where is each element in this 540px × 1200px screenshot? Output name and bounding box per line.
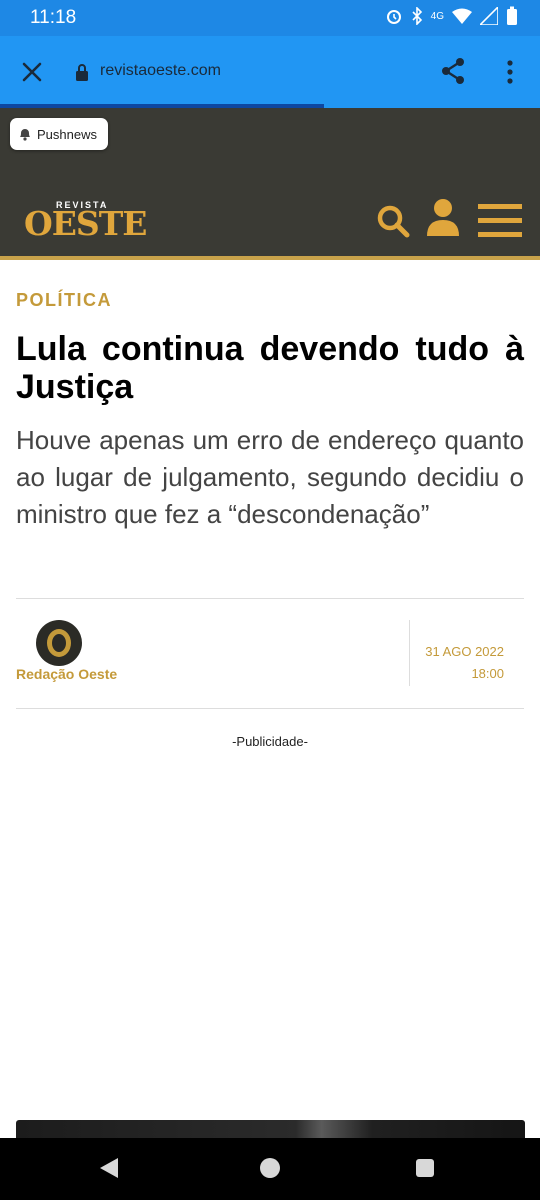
address-url[interactable]: revistaoeste.com xyxy=(100,62,221,80)
author-avatar[interactable] xyxy=(36,620,82,666)
alarm-icon xyxy=(386,10,401,24)
lock-icon xyxy=(76,64,88,81)
status-bar: 11:18 4G xyxy=(0,0,540,36)
article-image xyxy=(16,1120,525,1138)
user-icon[interactable] xyxy=(426,198,460,236)
vertical-divider xyxy=(409,620,410,686)
recents-icon[interactable] xyxy=(416,1159,434,1177)
signal-icon xyxy=(480,7,498,25)
site-logo[interactable]: OESTE xyxy=(24,204,147,243)
system-nav-bar xyxy=(0,1138,540,1200)
site-header: Pushnews REVISTA OESTE xyxy=(0,108,540,260)
browser-toolbar: revistaoeste.com xyxy=(0,36,540,106)
back-icon[interactable] xyxy=(100,1158,118,1178)
pushnews-label: Pushnews xyxy=(37,126,97,142)
status-time: 11:18 xyxy=(30,7,77,28)
more-options-icon[interactable] xyxy=(500,58,520,86)
author-name[interactable]: Redação Oeste xyxy=(16,666,117,682)
article-subtitle: Houve apenas um erro de endereço quanto … xyxy=(16,425,524,529)
wifi-icon xyxy=(452,8,472,24)
divider xyxy=(16,708,524,709)
article-time: 18:00 xyxy=(471,666,504,681)
share-icon[interactable] xyxy=(438,56,468,86)
divider xyxy=(16,598,524,599)
bluetooth-icon xyxy=(412,7,422,25)
status-icons: 4G xyxy=(385,6,518,26)
ad-label: -Publicidade- xyxy=(232,734,308,749)
battery-icon xyxy=(507,6,517,25)
search-icon[interactable] xyxy=(376,204,410,238)
pushnews-button[interactable]: Pushnews xyxy=(10,118,108,150)
home-icon[interactable] xyxy=(260,1158,280,1178)
network-label: 4G xyxy=(430,10,444,22)
article-title: Lula continua devendo tudo à Justiça xyxy=(16,330,524,406)
menu-icon[interactable] xyxy=(478,204,522,238)
close-icon[interactable] xyxy=(18,58,46,86)
article-category[interactable]: POLÍTICA xyxy=(16,290,112,311)
article-date: 31 AGO 2022 xyxy=(425,644,504,659)
bell-icon xyxy=(20,129,30,141)
